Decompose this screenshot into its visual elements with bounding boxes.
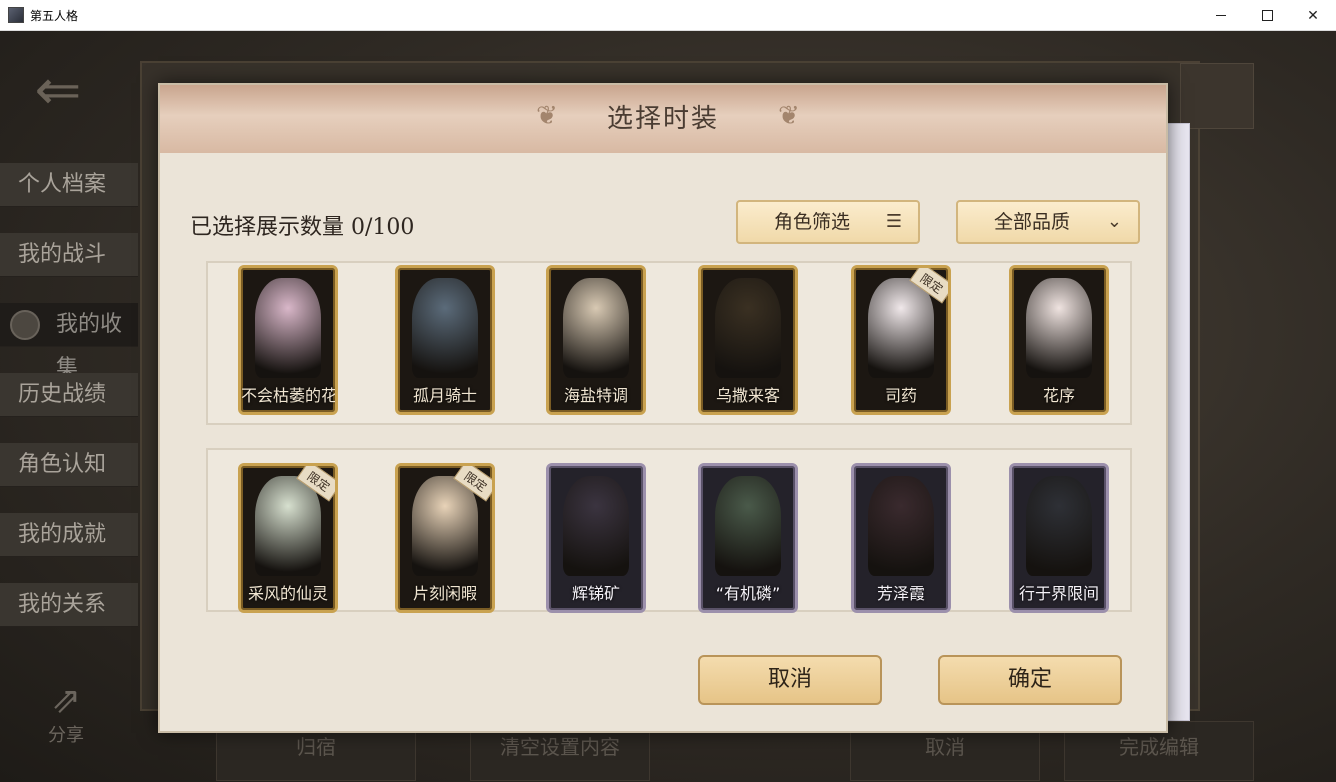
maximize-button[interactable] [1244,0,1290,31]
dialog-edge [1166,123,1190,721]
sidebar-item-label: 角色认知 [18,452,107,477]
selected-count-label: 已选择展示数量 0/100 [190,209,414,241]
costume-name: 花序 [1042,386,1075,405]
costume-name: 司药 [884,386,917,405]
costume-card[interactable]: 行于界限间 [1009,463,1109,613]
costume-row-frame [206,448,1132,612]
sidebar-item-label: 我的收集 [56,312,123,381]
costume-card[interactable]: 辉锑矿 [546,463,646,613]
dialog-title: 选择时装 [606,104,719,134]
costume-portrait [868,278,934,378]
role-filter-button[interactable]: 角色筛选 ☰ [736,200,920,244]
selected-label-text: 已选择展示数量 [190,215,345,240]
share-icon: ⇗ [50,680,82,721]
quality-filter-label: 全部品质 [994,211,1071,233]
costume-name: 乌撒来客 [715,386,780,405]
back-icon[interactable]: ⇐ [26,59,90,123]
costume-name: 不会枯萎的花 [241,386,338,405]
costume-name: 采风的仙灵 [247,584,328,603]
leaf-ornament-icon: ❦ [778,101,800,131]
costume-portrait [255,476,321,576]
costume-card[interactable]: 乌撒来客 [698,265,798,415]
costume-portrait [1026,278,1092,378]
costume-portrait [1026,476,1092,576]
share-label: 分享 [48,725,84,746]
costume-select-dialog: ❦ 选择时装 ❦ 已选择展示数量 0/100 角色筛选 ☰ 全部品质 ⌄ 不会枯… [158,83,1168,733]
costume-name: 辉锑矿 [571,584,620,603]
sidebar-item-label: 个人档案 [18,172,107,197]
costume-name: 芳泽霞 [876,584,925,603]
costume-name: 行于界限间 [1018,584,1099,603]
sidebar-item-label: 历史战绩 [18,382,107,407]
costume-card[interactable]: 花序 [1009,265,1109,415]
costume-card[interactable]: 海盐特调 [546,265,646,415]
sidebar-item-collection[interactable]: 我的收集 [0,303,138,381]
costume-portrait [412,476,478,576]
window-title: 第五人格 [30,9,79,23]
costume-card[interactable]: 不会枯萎的花 [238,265,338,415]
sidebar-item-label: 我的战斗 [18,242,107,267]
costume-portrait [715,278,781,378]
costume-portrait [868,476,934,576]
quality-filter-dropdown[interactable]: 全部品质 ⌄ [956,200,1140,244]
chevron-down-icon: ⌄ [1106,211,1122,232]
costume-card[interactable]: 片刻闲暇 限定 [395,463,495,613]
cancel-button[interactable]: 取消 [698,655,882,705]
sidebar-item-achievement[interactable]: 我的成就 [0,513,138,557]
shield-icon [10,310,40,340]
selected-count-value: 0/100 [351,215,415,240]
costume-card[interactable]: 孤月骑士 [395,265,495,415]
app-icon [8,7,24,23]
costume-card[interactable]: “有机磷” [698,463,798,613]
game-viewport: ⇐ 个人档案 我的战斗 我的收集 历史战绩 角色认知 我的成就 我的关系 ⇗ 分… [0,31,1336,782]
costume-row-frame [206,261,1132,425]
minimize-button[interactable] [1198,0,1244,31]
sidebar-item-profile[interactable]: 个人档案 [0,163,138,207]
costume-portrait [563,476,629,576]
costume-portrait [715,476,781,576]
costume-portrait [255,278,321,378]
costume-name: 孤月骑士 [412,386,477,405]
share-button[interactable]: ⇗ 分享 [36,681,96,747]
costume-card[interactable]: 采风的仙灵 限定 [238,463,338,613]
sidebar-item-label: 我的关系 [18,592,107,617]
costume-card[interactable]: 芳泽霞 [851,463,951,613]
sidebar-item-character[interactable]: 角色认知 [0,443,138,487]
window-titlebar: 第五人格 ✕ [0,0,1336,31]
costume-name: “有机磷” [715,584,781,603]
confirm-button[interactable]: 确定 [938,655,1122,705]
role-filter-label: 角色筛选 [774,211,851,233]
costume-card[interactable]: 司药 限定 [851,265,951,415]
background-right-box [1180,63,1254,129]
list-icon: ☰ [885,211,902,232]
sidebar-item-relations[interactable]: 我的关系 [0,583,138,627]
costume-name: 海盐特调 [563,386,628,405]
sidebar-item-battle[interactable]: 我的战斗 [0,233,138,277]
costume-portrait [563,278,629,378]
close-button[interactable]: ✕ [1290,0,1336,31]
costume-name: 片刻闲暇 [412,584,477,603]
costume-portrait [412,278,478,378]
sidebar-item-history[interactable]: 历史战绩 [0,373,138,417]
sidebar-item-label: 我的成就 [18,522,107,547]
